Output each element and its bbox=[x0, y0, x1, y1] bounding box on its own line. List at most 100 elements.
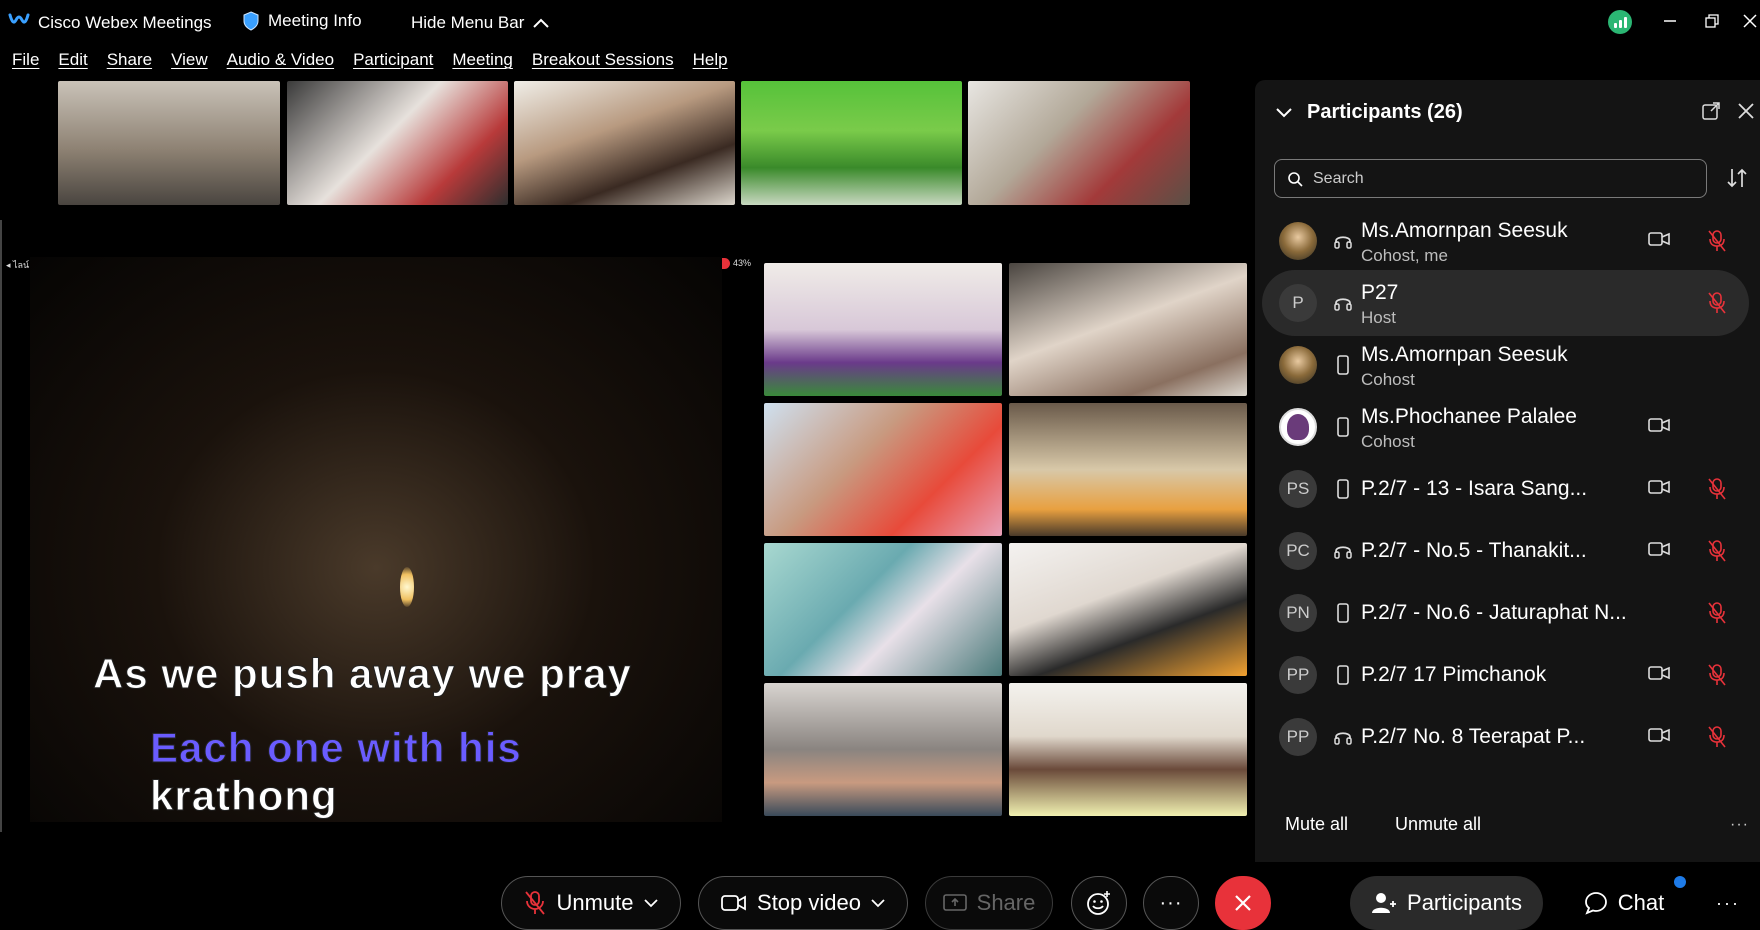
hide-menu-bar-button[interactable]: Hide Menu Bar bbox=[411, 13, 550, 33]
chat-button[interactable]: Chat bbox=[1568, 876, 1680, 930]
phone-icon bbox=[1332, 602, 1354, 624]
end-meeting-button[interactable] bbox=[1215, 876, 1271, 930]
participant-video-tile[interactable] bbox=[1009, 263, 1247, 396]
share-button[interactable]: Share bbox=[925, 876, 1053, 930]
participant-video-tile[interactable] bbox=[1009, 543, 1247, 676]
mute-all-button[interactable]: Mute all bbox=[1285, 814, 1348, 835]
participant-role: Cohost bbox=[1361, 432, 1415, 451]
network-signal-icon[interactable] bbox=[1608, 10, 1632, 34]
participant-row[interactable]: PS P.2/7 - 13 - Isara Sang... bbox=[1262, 456, 1749, 522]
participant-role: Cohost, me bbox=[1361, 246, 1448, 265]
participant-video-tile[interactable] bbox=[764, 543, 1002, 676]
search-input[interactable] bbox=[1313, 169, 1693, 188]
menu-breakout-sessions[interactable]: Breakout Sessions bbox=[532, 50, 674, 78]
close-panel-icon[interactable] bbox=[1737, 102, 1755, 120]
phone-icon bbox=[1332, 478, 1354, 500]
muted-mic-icon bbox=[1707, 291, 1729, 315]
popout-icon[interactable] bbox=[1702, 102, 1720, 120]
headset-icon bbox=[1332, 230, 1354, 252]
video-camera-icon bbox=[721, 895, 746, 911]
avatar bbox=[1279, 222, 1317, 260]
participants-button[interactable]: Participants bbox=[1350, 876, 1543, 930]
participant-row[interactable]: PC P.2/7 - No.5 - Thanakit... bbox=[1262, 518, 1749, 584]
chat-notification-badge bbox=[1674, 876, 1686, 888]
chevron-up-icon bbox=[533, 18, 550, 28]
menu-edit[interactable]: Edit bbox=[58, 50, 87, 78]
participant-name: P.2/7 - 13 - Isara Sang... bbox=[1361, 477, 1588, 500]
minimize-icon bbox=[1664, 20, 1676, 22]
phone-icon bbox=[1332, 664, 1354, 686]
video-camera-icon bbox=[1648, 665, 1672, 685]
participant-row[interactable]: PN P.2/7 - No.6 - Jaturaphat N... bbox=[1262, 580, 1749, 646]
menu-share[interactable]: Share bbox=[107, 50, 152, 78]
more-options-button[interactable]: ··· bbox=[1143, 876, 1199, 930]
smiley-icon bbox=[1087, 891, 1110, 915]
meeting-info-button[interactable]: Meeting Info bbox=[242, 11, 362, 31]
avatar: P bbox=[1279, 284, 1317, 322]
participant-row[interactable]: Ms.Amornpan Seesuk Cohost bbox=[1262, 332, 1749, 398]
search-icon bbox=[1288, 171, 1303, 187]
restore-button[interactable] bbox=[1692, 6, 1732, 36]
participant-video-thumbnail[interactable] bbox=[741, 81, 962, 205]
chevron-down-icon[interactable] bbox=[643, 898, 658, 908]
participant-video-thumbnail[interactable] bbox=[287, 81, 508, 205]
participant-row[interactable]: Ms.Phochanee Palalee Cohost bbox=[1262, 394, 1749, 460]
menu-help[interactable]: Help bbox=[693, 50, 728, 78]
menu-bar: File Edit Share View Audio & Video Parti… bbox=[0, 50, 735, 78]
participants-label: Participants bbox=[1407, 890, 1522, 915]
menu-participant[interactable]: Participant bbox=[353, 50, 433, 78]
video-camera-icon bbox=[1648, 231, 1672, 251]
more-icon[interactable]: ··· bbox=[1716, 893, 1740, 914]
share-label: Share bbox=[976, 890, 1036, 915]
muted-mic-icon bbox=[1707, 229, 1729, 253]
participants-panel-header[interactable]: Participants (26) bbox=[1275, 101, 1463, 124]
video-camera-icon bbox=[1648, 479, 1672, 499]
sort-icon[interactable] bbox=[1725, 166, 1749, 190]
participant-role: Host bbox=[1361, 308, 1396, 327]
title-bar: Cisco Webex Meetings Meeting Info Hide M… bbox=[0, 0, 1760, 46]
participant-video-tile[interactable] bbox=[764, 403, 1002, 536]
restore-icon bbox=[1705, 14, 1719, 28]
participant-name: P.2/7 No. 8 Teerapat P... bbox=[1361, 725, 1586, 748]
chevron-down-icon bbox=[1276, 107, 1292, 117]
participant-row[interactable]: PP P.2/7 No. 8 Teerapat P... bbox=[1262, 704, 1749, 770]
participant-video-tile[interactable] bbox=[1009, 683, 1247, 816]
headset-icon bbox=[1332, 726, 1354, 748]
menu-meeting[interactable]: Meeting bbox=[452, 50, 512, 78]
participant-video-thumbnail[interactable] bbox=[58, 81, 280, 205]
chat-label: Chat bbox=[1617, 890, 1665, 915]
minimize-button[interactable] bbox=[1650, 6, 1690, 36]
menu-view[interactable]: View bbox=[171, 50, 208, 78]
participants-search[interactable] bbox=[1274, 159, 1707, 198]
avatar bbox=[1279, 408, 1317, 446]
stop-video-button[interactable]: Stop video bbox=[698, 876, 908, 930]
hide-menu-bar-label: Hide Menu Bar bbox=[411, 13, 525, 32]
chevron-down-icon[interactable] bbox=[871, 898, 885, 908]
participant-name: Ms.Amornpan Seesuk bbox=[1361, 343, 1568, 366]
participants-list: Ms.Amornpan Seesuk Cohost, me P P27 Host Ms.A… bbox=[1255, 208, 1760, 798]
participant-video-tile[interactable] bbox=[764, 263, 1002, 396]
unmute-all-button[interactable]: Unmute all bbox=[1395, 814, 1481, 835]
unmute-button[interactable]: Unmute bbox=[501, 876, 681, 930]
participants-panel: Participants (26) Ms.Amornpan Seesuk Coho… bbox=[1255, 80, 1760, 862]
participant-video-tile[interactable] bbox=[764, 683, 1002, 816]
webex-logo-icon bbox=[8, 13, 30, 24]
participant-name: P.2/7 17 Pimchanok bbox=[1361, 663, 1547, 686]
participant-video-thumbnail[interactable] bbox=[968, 81, 1190, 205]
participant-row[interactable]: Ms.Amornpan Seesuk Cohost, me bbox=[1262, 208, 1749, 274]
close-window-button[interactable] bbox=[1730, 6, 1760, 36]
participant-row[interactable]: P P27 Host bbox=[1262, 270, 1749, 336]
candle-flame bbox=[400, 567, 414, 607]
participant-name: P.2/7 - No.5 - Thanakit... bbox=[1361, 539, 1587, 562]
participants-panel-title: Participants (26) bbox=[1307, 101, 1463, 123]
reactions-button[interactable] bbox=[1071, 876, 1127, 930]
participant-name: Ms.Phochanee Palalee bbox=[1361, 405, 1577, 428]
participant-video-thumbnail[interactable] bbox=[514, 81, 735, 205]
menu-file[interactable]: File bbox=[12, 50, 39, 78]
avatar: PN bbox=[1279, 594, 1317, 632]
share-screen-icon bbox=[942, 894, 967, 911]
panel-more-icon[interactable]: ··· bbox=[1730, 816, 1749, 834]
participant-row[interactable]: PP P.2/7 17 Pimchanok bbox=[1262, 642, 1749, 708]
participant-video-tile[interactable] bbox=[1009, 403, 1247, 536]
menu-audio-video[interactable]: Audio & Video bbox=[227, 50, 334, 78]
